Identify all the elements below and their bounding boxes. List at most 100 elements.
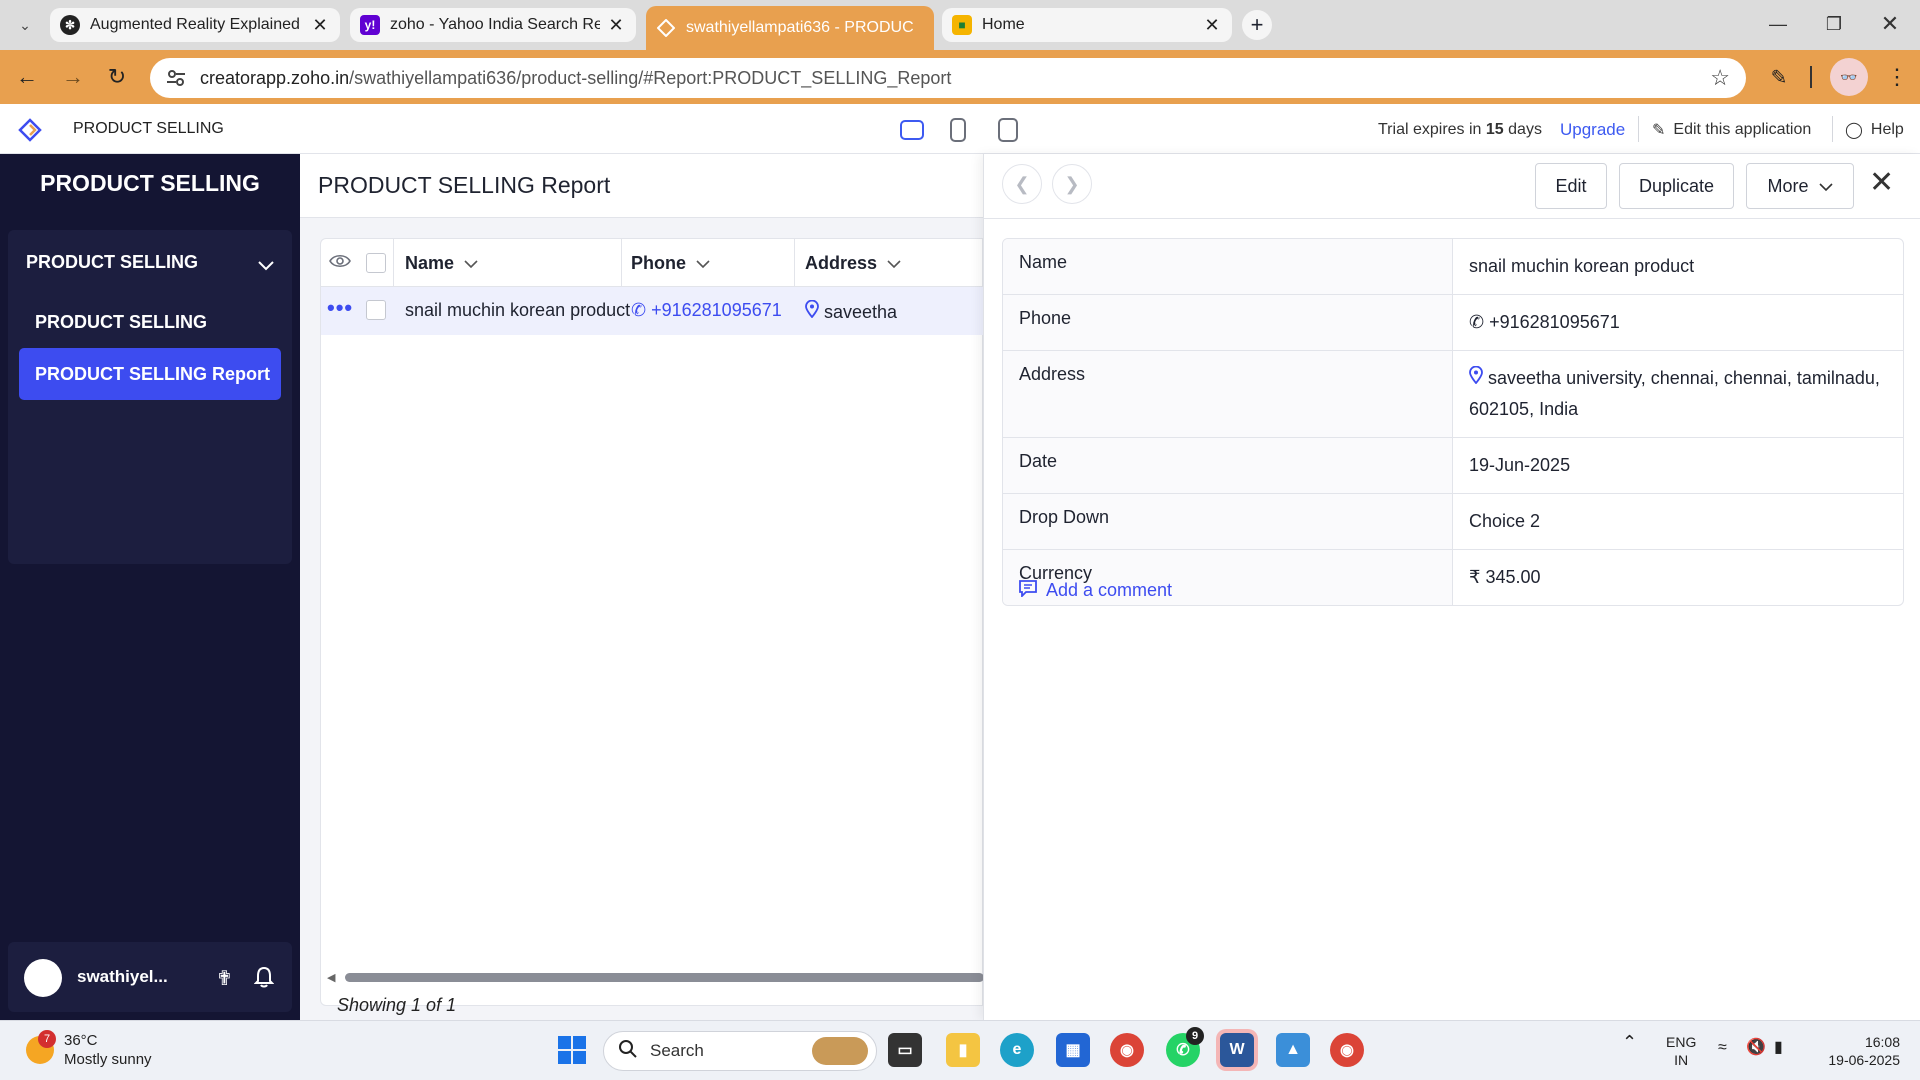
tab-search-icon[interactable]: ⌄ <box>10 10 40 40</box>
photos-icon[interactable]: ▲ <box>1276 1033 1310 1067</box>
chevron-down-icon <box>1818 176 1833 197</box>
tablet-view-icon[interactable] <box>998 118 1018 142</box>
battery-icon[interactable]: ▮ <box>1774 1039 1783 1057</box>
store-icon[interactable]: ▦ <box>1056 1033 1090 1067</box>
notification-bell-icon[interactable] <box>253 966 275 994</box>
close-tab-icon[interactable]: ✕ <box>606 15 626 36</box>
app-title: PRODUCT SELLING <box>73 120 224 137</box>
avatar[interactable] <box>24 959 62 997</box>
previous-record-icon[interactable]: ❮ <box>1002 164 1042 204</box>
browser-tab-2[interactable]: y! zoho - Yahoo India Search Resu ✕ <box>350 8 636 42</box>
header-divider <box>1638 116 1639 142</box>
yahoo-icon: y! <box>360 15 380 35</box>
accessibility-icon[interactable]: ✟ <box>216 966 233 991</box>
edit-button[interactable]: Edit <box>1535 163 1607 209</box>
location-pin-icon <box>805 299 824 322</box>
column-header-address[interactable]: Address <box>805 253 901 274</box>
row-actions-icon[interactable]: ••• <box>327 295 353 321</box>
table-row[interactable]: ••• snail muchin korean product ✆ +91628… <box>321 287 984 335</box>
browser-tab-3[interactable]: swathiyellampati636 - PRODUC <box>646 6 934 50</box>
edit-application-link[interactable]: ✎ Edit this application <box>1652 120 1811 140</box>
add-comment-link[interactable]: Add a comment <box>1018 579 1172 602</box>
row-checkbox[interactable] <box>366 300 386 320</box>
more-button[interactable]: More <box>1746 163 1854 209</box>
address-bar[interactable]: creatorapp.zoho.in/swathiyellampati636/p… <box>150 58 1746 98</box>
forward-icon[interactable]: → <box>58 62 88 92</box>
report-panel: PRODUCT SELLING Report Name Phone Addres… <box>300 154 984 1020</box>
select-all-checkbox[interactable] <box>366 253 386 273</box>
desktop-view-icon[interactable] <box>900 120 924 140</box>
scroll-left-icon[interactable]: ◀ <box>327 971 335 984</box>
browser-tab-strip: ⌄ ✼ Augmented Reality Explained ✕ y! zoh… <box>0 0 1920 50</box>
windows-taskbar: 7 36°C Mostly sunny Search ▭ ▮ e ▦ ◉ ✆ 9… <box>0 1020 1920 1080</box>
cell-name[interactable]: snail muchin korean product <box>405 300 630 321</box>
chevron-down-icon[interactable] <box>258 256 274 276</box>
field-row-phone: Phone ✆ +916281095671 <box>1003 295 1903 351</box>
upgrade-link[interactable]: Upgrade <box>1560 120 1625 140</box>
scrollbar-thumb[interactable] <box>345 973 984 982</box>
minimize-icon[interactable]: — <box>1750 0 1806 48</box>
bookmark-star-icon[interactable]: ☆ <box>1710 65 1730 91</box>
duplicate-button[interactable]: Duplicate <box>1619 163 1734 209</box>
sidebar-section-header[interactable]: PRODUCT SELLING <box>26 252 198 273</box>
whatsapp-icon[interactable]: ✆ 9 <box>1166 1027 1204 1067</box>
chevron-down-icon <box>464 253 478 274</box>
sidebar-item-product-selling[interactable]: PRODUCT SELLING <box>35 312 207 333</box>
cell-phone[interactable]: ✆ +916281095671 <box>631 300 782 321</box>
restore-icon[interactable]: ❐ <box>1806 0 1862 48</box>
record-fields: Name snail muchin korean product Phone ✆… <box>1002 238 1904 606</box>
edge-icon[interactable]: e <box>1000 1033 1034 1067</box>
new-tab-button[interactable]: + <box>1242 10 1272 40</box>
eye-icon[interactable] <box>329 253 351 274</box>
sidebar-title: PRODUCT SELLING <box>40 170 260 196</box>
taskbar-search[interactable]: Search <box>603 1031 877 1071</box>
location-pin-icon[interactable] <box>1469 365 1488 388</box>
next-record-icon[interactable]: ❯ <box>1052 164 1092 204</box>
reload-icon[interactable]: ↻ <box>102 62 132 92</box>
mobile-view-icon[interactable] <box>950 118 966 142</box>
field-row-date: Date 19-Jun-2025 <box>1003 438 1903 494</box>
field-row-drop-down: Drop Down Choice 2 <box>1003 494 1903 550</box>
username[interactable]: swathiyel... <box>77 967 168 987</box>
openai-icon: ✼ <box>60 15 80 35</box>
show-hidden-icons-chevron-icon[interactable]: ⌃ <box>1622 1033 1637 1051</box>
cell-address[interactable]: saveetha <box>805 299 897 323</box>
help-link[interactable]: ◯ Help <box>1845 120 1904 140</box>
sidebar-item-product-selling-report[interactable]: PRODUCT SELLING Report <box>19 348 281 400</box>
clock[interactable]: 16:08 19-06-2025 <box>1816 1033 1900 1069</box>
wifi-icon[interactable]: ≈ <box>1718 1039 1727 1057</box>
extensions-icon[interactable]: ✎ <box>1764 62 1794 92</box>
record-detail-panel: ❮ ❯ Edit Duplicate More ✕ Name snail muc… <box>983 154 1920 1020</box>
browser-menu-icon[interactable]: ⋮ <box>1882 62 1912 92</box>
file-explorer-icon[interactable]: ▮ <box>946 1033 980 1067</box>
record-count: Showing 1 of 1 <box>337 995 457 1015</box>
zoho-creator-logo-icon[interactable] <box>18 118 42 142</box>
windows-start-icon[interactable] <box>555 1033 589 1067</box>
close-tab-icon[interactable]: ✕ <box>310 15 330 36</box>
close-window-icon[interactable]: ✕ <box>1862 0 1918 48</box>
close-icon[interactable]: ✕ <box>1869 168 1894 198</box>
sidebar-menu: PRODUCT SELLING PRODUCT SELLING PRODUCT … <box>8 230 292 564</box>
zoho-creator-icon <box>656 18 676 38</box>
word-icon[interactable]: W <box>1220 1033 1254 1067</box>
close-tab-icon[interactable]: ✕ <box>1202 15 1222 36</box>
volume-muted-icon[interactable]: 🔇 <box>1746 1039 1766 1057</box>
task-view-icon[interactable]: ▭ <box>888 1033 922 1067</box>
field-row-name: Name snail muchin korean product <box>1003 239 1903 295</box>
site-info-icon[interactable] <box>164 69 188 87</box>
back-icon[interactable]: ← <box>12 62 42 92</box>
field-value: snail muchin korean product <box>1469 256 1695 276</box>
chrome-profile-icon[interactable]: ◉ <box>1110 1033 1144 1067</box>
weather-condition: Mostly sunny <box>64 1051 152 1068</box>
language-indicator[interactable]: ENG IN <box>1666 1033 1696 1069</box>
browser-tab-4[interactable]: ■ Home ✕ <box>942 8 1232 42</box>
profile-avatar[interactable]: 👓 <box>1830 58 1868 96</box>
column-header-phone[interactable]: Phone <box>631 253 710 274</box>
phone-link[interactable]: ✆ +916281095671 <box>1453 295 1903 350</box>
chrome-icon[interactable]: ◉ <box>1330 1033 1364 1067</box>
horizontal-scrollbar[interactable]: ◀ <box>327 971 984 984</box>
grid-header-row: Name Phone Address <box>321 239 984 335</box>
browser-tab-1[interactable]: ✼ Augmented Reality Explained ✕ <box>50 8 340 42</box>
column-header-name[interactable]: Name <box>405 253 478 274</box>
weather-widget[interactable]: 7 36°C Mostly sunny <box>26 1030 152 1069</box>
